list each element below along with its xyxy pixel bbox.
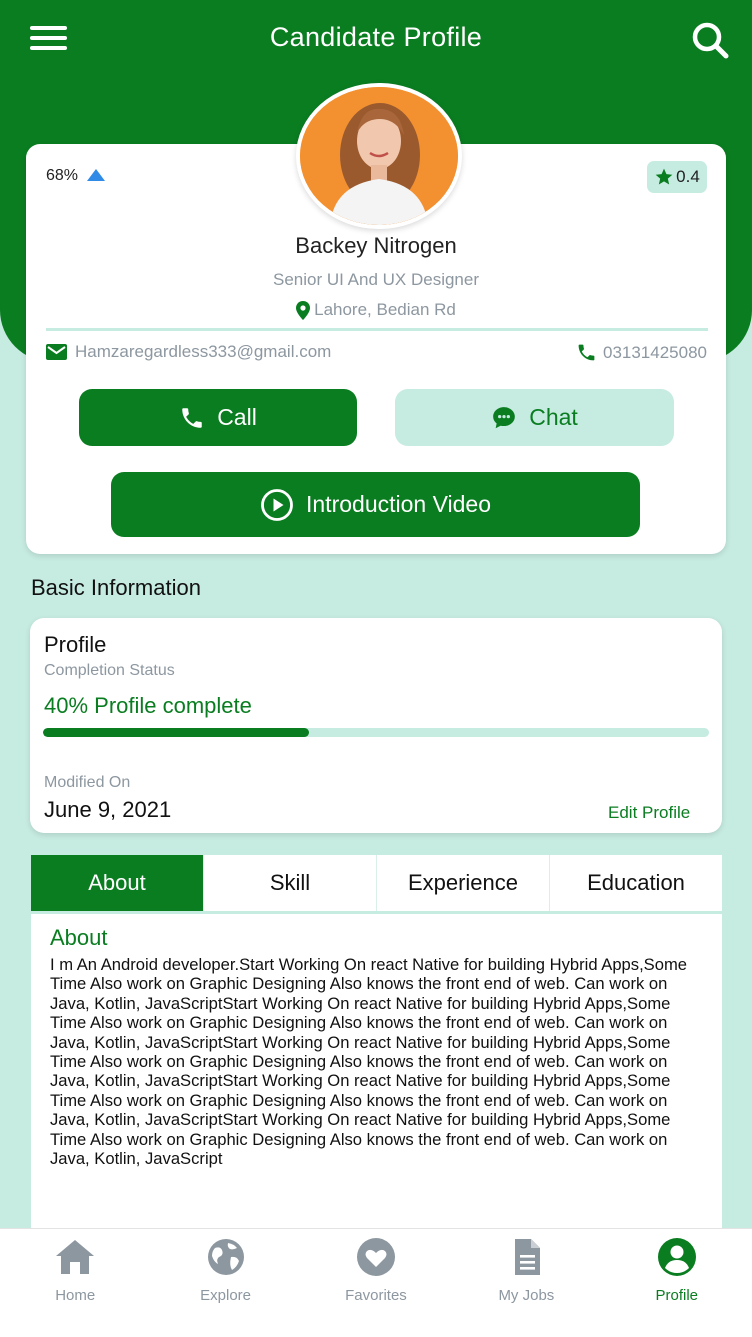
completion-status-text: 40% Profile complete: [44, 693, 252, 718]
nav-label-explore: Explore: [200, 1287, 252, 1304]
nav-item-profile[interactable]: Profile: [602, 1229, 752, 1337]
star-icon: [655, 168, 673, 185]
avatar: [296, 83, 462, 229]
map-pin-icon: [296, 300, 311, 320]
document-icon: [515, 1239, 541, 1275]
profile-tabs: About Skill Experience Education: [31, 855, 722, 911]
chat-button-label: Chat: [529, 404, 578, 430]
modified-on-date: June 9, 2021: [44, 797, 172, 822]
rating-badge: 0.4: [647, 161, 707, 193]
completion-progress-bar: [43, 728, 709, 737]
tab-education[interactable]: Education: [550, 855, 722, 911]
tab-skill[interactable]: Skill: [204, 855, 377, 911]
email-contact[interactable]: Hamzaregardless333@gmail.com: [46, 342, 331, 362]
completion-card-subtitle: Completion Status: [44, 662, 175, 679]
call-button-label: Call: [217, 404, 257, 430]
candidate-job-title: Senior UI And UX Designer: [273, 270, 479, 289]
candidate-name: Backey Nitrogen: [295, 233, 457, 258]
phone-contact[interactable]: 03131425080: [576, 342, 707, 363]
introduction-video-label: Introduction Video: [306, 491, 491, 517]
modified-on-label: Modified On: [44, 774, 131, 791]
nav-label-my-jobs: My Jobs: [498, 1287, 555, 1304]
divider: [46, 328, 708, 331]
user-circle-icon: [657, 1238, 696, 1276]
nav-item-favorites[interactable]: Favorites: [301, 1229, 451, 1337]
nav-item-my-jobs[interactable]: My Jobs: [451, 1229, 601, 1337]
nav-item-explore[interactable]: Explore: [150, 1229, 300, 1337]
about-heading: About: [50, 925, 108, 950]
location-text: Lahore, Bedian Rd: [314, 300, 456, 319]
nav-label-profile: Profile: [655, 1287, 699, 1304]
heart-icon: [356, 1238, 395, 1276]
nav-label-favorites: Favorites: [345, 1287, 407, 1304]
rating-value: 0.4: [676, 167, 700, 186]
phone-icon: [578, 344, 595, 361]
page-title: Candidate Profile: [269, 22, 483, 52]
tab-experience[interactable]: Experience: [377, 855, 550, 911]
home-icon: [56, 1240, 95, 1274]
phone-text: 03131425080: [602, 342, 707, 362]
nav-label-home: Home: [55, 1287, 96, 1304]
triangle-up-icon: [87, 169, 105, 181]
bottom-navigation: Home Explore Favorites My Jobs Profile: [0, 1228, 752, 1337]
completion-progress-fill: [43, 728, 310, 737]
call-button[interactable]: Call: [79, 389, 357, 446]
phone-icon: [182, 407, 202, 428]
play-circle-icon: [261, 488, 293, 521]
completion-card-title: Profile: [44, 632, 107, 657]
globe-icon: [207, 1239, 244, 1275]
email-text: Hamzaregardless333@gmail.com: [75, 342, 332, 361]
about-description: I m An Android developer.Start Working O…: [50, 955, 688, 1169]
chat-button[interactable]: Chat: [395, 389, 674, 446]
chat-bubble-icon: [493, 406, 516, 428]
edit-profile-link[interactable]: Edit Profile: [608, 803, 690, 823]
search-icon[interactable]: [690, 20, 730, 60]
candidate-location: Lahore, Bedian Rd: [0, 300, 752, 320]
tab-about[interactable]: About: [31, 855, 204, 911]
introduction-video-button[interactable]: Introduction Video: [111, 472, 640, 537]
basic-information-heading: Basic Information: [31, 575, 201, 600]
mail-icon: [46, 344, 67, 360]
profile-progress-percent: 68%: [46, 167, 79, 184]
nav-item-home[interactable]: Home: [0, 1229, 150, 1337]
